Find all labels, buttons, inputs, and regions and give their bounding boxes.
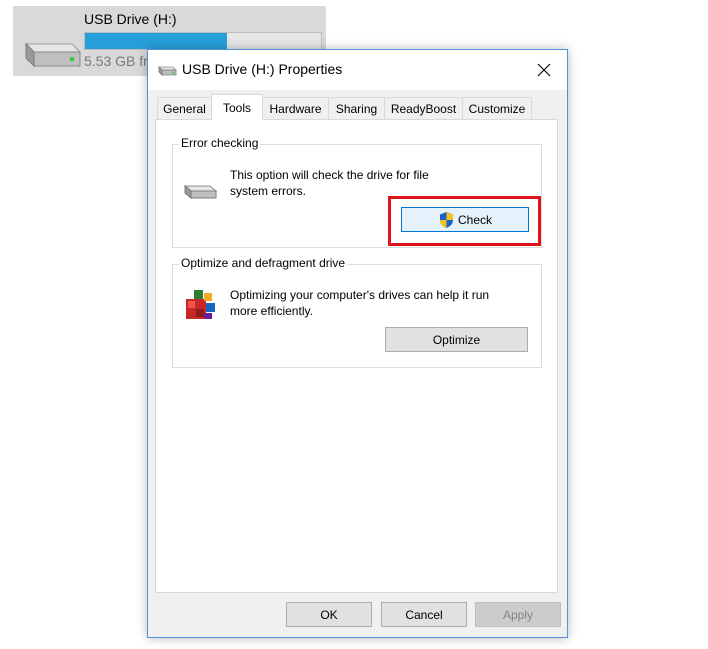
tab-general[interactable]: General xyxy=(157,97,212,119)
ok-button[interactable]: OK xyxy=(286,602,372,627)
properties-dialog: USB Drive (H:) Properties General Tools … xyxy=(147,49,568,638)
apply-button[interactable]: Apply xyxy=(475,602,561,627)
optimize-button[interactable]: Optimize xyxy=(385,327,528,352)
dialog-title: USB Drive (H:) Properties xyxy=(182,61,343,77)
usb-drive-icon xyxy=(183,184,218,200)
optimize-group: Optimize and defragment drive Optimizing… xyxy=(172,256,542,368)
tab-sharing[interactable]: Sharing xyxy=(328,97,385,119)
tab-customize[interactable]: Customize xyxy=(462,97,532,119)
optimize-description: Optimizing your computer's drives can he… xyxy=(230,288,490,318)
tab-hardware[interactable]: Hardware xyxy=(262,97,329,119)
drive-tile-name: USB Drive (H:) xyxy=(84,11,177,27)
tab-tools[interactable]: Tools xyxy=(211,94,263,120)
error-checking-group: Error checking This option will check th… xyxy=(172,136,542,248)
title-bar[interactable]: USB Drive (H:) Properties xyxy=(148,50,567,90)
close-icon xyxy=(537,63,551,77)
error-checking-title: Error checking xyxy=(179,136,261,150)
tools-panel: Error checking This option will check th… xyxy=(155,119,558,593)
error-checking-description: This option will check the drive for fil… xyxy=(230,168,429,198)
tab-readyboost[interactable]: ReadyBoost xyxy=(384,97,463,119)
close-button[interactable] xyxy=(521,50,567,90)
drive-free-space: 5.53 GB free xyxy=(84,53,154,69)
usb-drive-icon xyxy=(24,42,82,68)
defragment-icon xyxy=(186,290,215,319)
drive-usage-bar xyxy=(84,32,322,50)
optimize-title: Optimize and defragment drive xyxy=(179,256,348,270)
usb-drive-icon xyxy=(158,66,177,76)
drive-usage-fill xyxy=(85,33,227,49)
cancel-button[interactable]: Cancel xyxy=(381,602,467,627)
highlight-box xyxy=(388,196,541,246)
